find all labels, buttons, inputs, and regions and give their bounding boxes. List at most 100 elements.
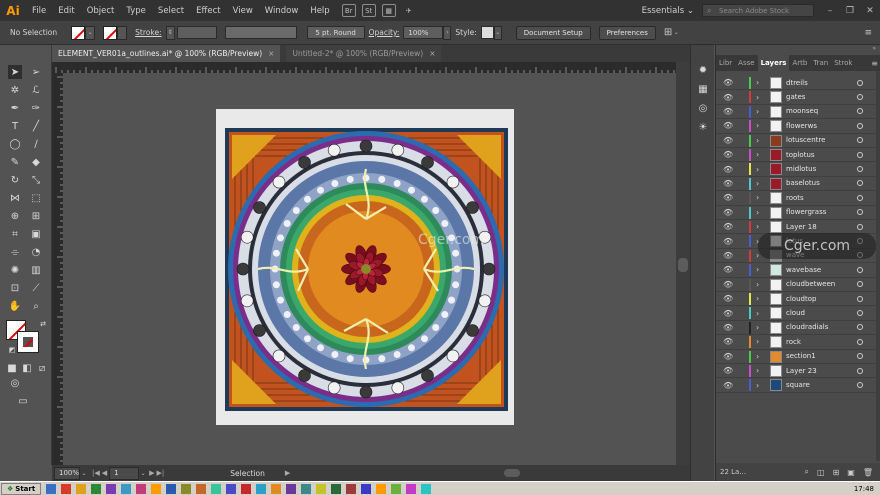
layer-target-icon[interactable] — [857, 94, 863, 101]
layer-target-icon[interactable] — [857, 223, 863, 230]
screen-mode-icon[interactable]: ▭ — [16, 394, 30, 408]
color-mode-icon[interactable]: ■ — [5, 361, 19, 375]
expand-chevron-icon[interactable]: › — [756, 165, 759, 174]
taskbar-app-icon[interactable] — [61, 483, 72, 494]
layer-row[interactable]: 👁 › cloudradials — [716, 321, 880, 336]
rotate-tool-icon[interactable]: ↻ — [8, 173, 22, 187]
layer-row[interactable]: 👁 › dtreils — [716, 76, 880, 91]
tab-layers[interactable]: Layers — [757, 55, 790, 71]
taskbar-app-icon[interactable] — [286, 483, 297, 494]
layer-target-icon[interactable] — [857, 151, 863, 158]
layer-target-icon[interactable] — [857, 281, 863, 288]
taskbar-app-icon[interactable] — [361, 483, 372, 494]
tab-artboards[interactable]: Artb — [789, 55, 810, 71]
expand-chevron-icon[interactable]: › — [756, 294, 759, 303]
layer-target-icon[interactable] — [857, 108, 863, 115]
layer-target-icon[interactable] — [857, 194, 863, 201]
taskbar-app-icon[interactable] — [226, 483, 237, 494]
stroke-color-box[interactable] — [17, 331, 39, 353]
layer-name[interactable]: Layer 23 — [786, 367, 817, 375]
layer-name[interactable]: square — [786, 381, 810, 389]
opacity-field[interactable]: 100% — [403, 26, 444, 39]
layer-target-icon[interactable] — [857, 324, 863, 331]
stroke-dropdown[interactable] — [117, 25, 128, 40]
layer-row[interactable]: 👁 › lotuscentre — [716, 134, 880, 148]
draw-mode-icon[interactable]: ◎ — [8, 376, 22, 390]
graphic-style-swatch[interactable] — [480, 26, 494, 39]
expand-chevron-icon[interactable]: › — [756, 107, 759, 116]
symbol-sprayer-tool-icon[interactable]: ✺ — [8, 263, 22, 277]
blend-tool-icon[interactable]: ◔ — [29, 245, 43, 259]
layer-name[interactable]: lotuscentre — [786, 136, 825, 144]
artboard[interactable] — [216, 109, 514, 425]
tab-element-ver01a[interactable]: ELEMENT_VER01a_outlines.ai* @ 100% (RGB/… — [52, 45, 281, 62]
zoom-tool-icon[interactable]: ⌕ — [29, 299, 43, 313]
layer-name[interactable]: wavebase — [786, 266, 821, 274]
document-setup-button[interactable]: Document Setup — [515, 25, 591, 40]
expand-chevron-icon[interactable]: › — [756, 352, 759, 361]
taskbar-app-icon[interactable] — [136, 483, 147, 494]
taskbar-app-icon[interactable] — [181, 483, 192, 494]
free-transform-tool-icon[interactable]: ⬚ — [29, 191, 43, 205]
menu-effect[interactable]: Effect — [190, 6, 226, 16]
layer-name[interactable]: section1 — [786, 352, 816, 360]
taskbar-app-icon[interactable] — [346, 483, 357, 494]
expand-chevron-icon[interactable]: › — [756, 78, 759, 87]
mesh-tool-icon[interactable]: ⌗ — [8, 227, 22, 241]
visibility-eye-icon[interactable]: 👁 — [723, 208, 733, 217]
layer-target-icon[interactable] — [857, 137, 863, 144]
delete-layer-icon[interactable]: 🗑 — [863, 468, 873, 477]
artboard-tool-icon[interactable]: ⊡ — [8, 281, 22, 295]
locate-object-icon[interactable]: ⌕ — [805, 467, 809, 477]
artboard-dropdown[interactable]: ⌄ — [139, 466, 147, 480]
layer-row[interactable]: 👁 › square — [716, 378, 880, 393]
panel-menu-icon[interactable]: ≡ — [864, 28, 872, 38]
visibility-eye-icon[interactable]: 👁 — [723, 136, 733, 145]
taskbar-app-icon[interactable] — [76, 483, 87, 494]
taskbar-app-icon[interactable] — [421, 483, 432, 494]
stroke-weight-field[interactable] — [176, 26, 217, 39]
layer-target-icon[interactable] — [857, 79, 863, 86]
layer-name[interactable]: Layer 18 — [786, 223, 817, 231]
layer-target-icon[interactable] — [857, 166, 863, 173]
layer-target-icon[interactable] — [857, 353, 863, 360]
layer-row[interactable]: 👁 › flowergrass — [716, 206, 880, 220]
layer-name[interactable]: midlotus — [786, 165, 816, 173]
type-tool-icon[interactable]: T — [8, 119, 22, 133]
layer-name[interactable]: cloudbetween — [786, 280, 835, 288]
menu-window[interactable]: Window — [259, 6, 305, 16]
panel-collapse-icon[interactable]: » — [872, 45, 876, 52]
layer-row[interactable]: 👁 › cloudbetween — [716, 278, 880, 292]
expand-chevron-icon[interactable]: › — [756, 309, 759, 318]
tab-libraries[interactable]: Libr — [716, 55, 735, 71]
horizontal-scroll-thumb[interactable] — [504, 469, 520, 477]
visibility-eye-icon[interactable]: 👁 — [723, 78, 733, 87]
tab-transform[interactable]: Tran — [810, 55, 831, 71]
layer-row[interactable]: 👁 › Layer 23 — [716, 364, 880, 379]
layer-name[interactable]: baselotus — [786, 179, 820, 187]
stock-button[interactable]: St — [361, 4, 376, 17]
taskbar-app-icon[interactable] — [196, 483, 207, 494]
restore-icon[interactable]: ❐ — [840, 6, 860, 16]
layers-scrollbar[interactable] — [876, 71, 880, 461]
menu-select[interactable]: Select — [152, 6, 190, 16]
close-tab-icon[interactable]: × — [268, 49, 274, 58]
gradient-mode-icon[interactable]: ◧ — [20, 361, 34, 375]
hand-tool-icon[interactable]: ✋ — [8, 299, 22, 313]
layer-name[interactable]: cloudradials — [786, 323, 828, 331]
gpu-performance-button[interactable]: ✈ — [402, 4, 416, 17]
vertical-ruler[interactable] — [52, 73, 63, 465]
visibility-eye-icon[interactable]: 👁 — [723, 179, 733, 188]
align-icon[interactable]: ⊞ — [664, 27, 672, 38]
tab-asset-export[interactable]: Asse — [735, 55, 757, 71]
line-tool-icon[interactable]: ╱ — [29, 119, 43, 133]
expand-chevron-icon[interactable]: › — [756, 222, 759, 231]
shape-builder-tool-icon[interactable]: ⊕ — [8, 209, 22, 223]
layer-name[interactable]: moonseq — [786, 107, 818, 115]
layer-name[interactable]: dtreils — [786, 79, 808, 87]
layer-target-icon[interactable] — [857, 295, 863, 302]
fill-swatch[interactable] — [71, 25, 86, 40]
stroke-swatch[interactable] — [103, 25, 118, 40]
expand-chevron-icon[interactable]: › — [756, 179, 759, 188]
expand-chevron-icon[interactable]: › — [756, 280, 759, 289]
